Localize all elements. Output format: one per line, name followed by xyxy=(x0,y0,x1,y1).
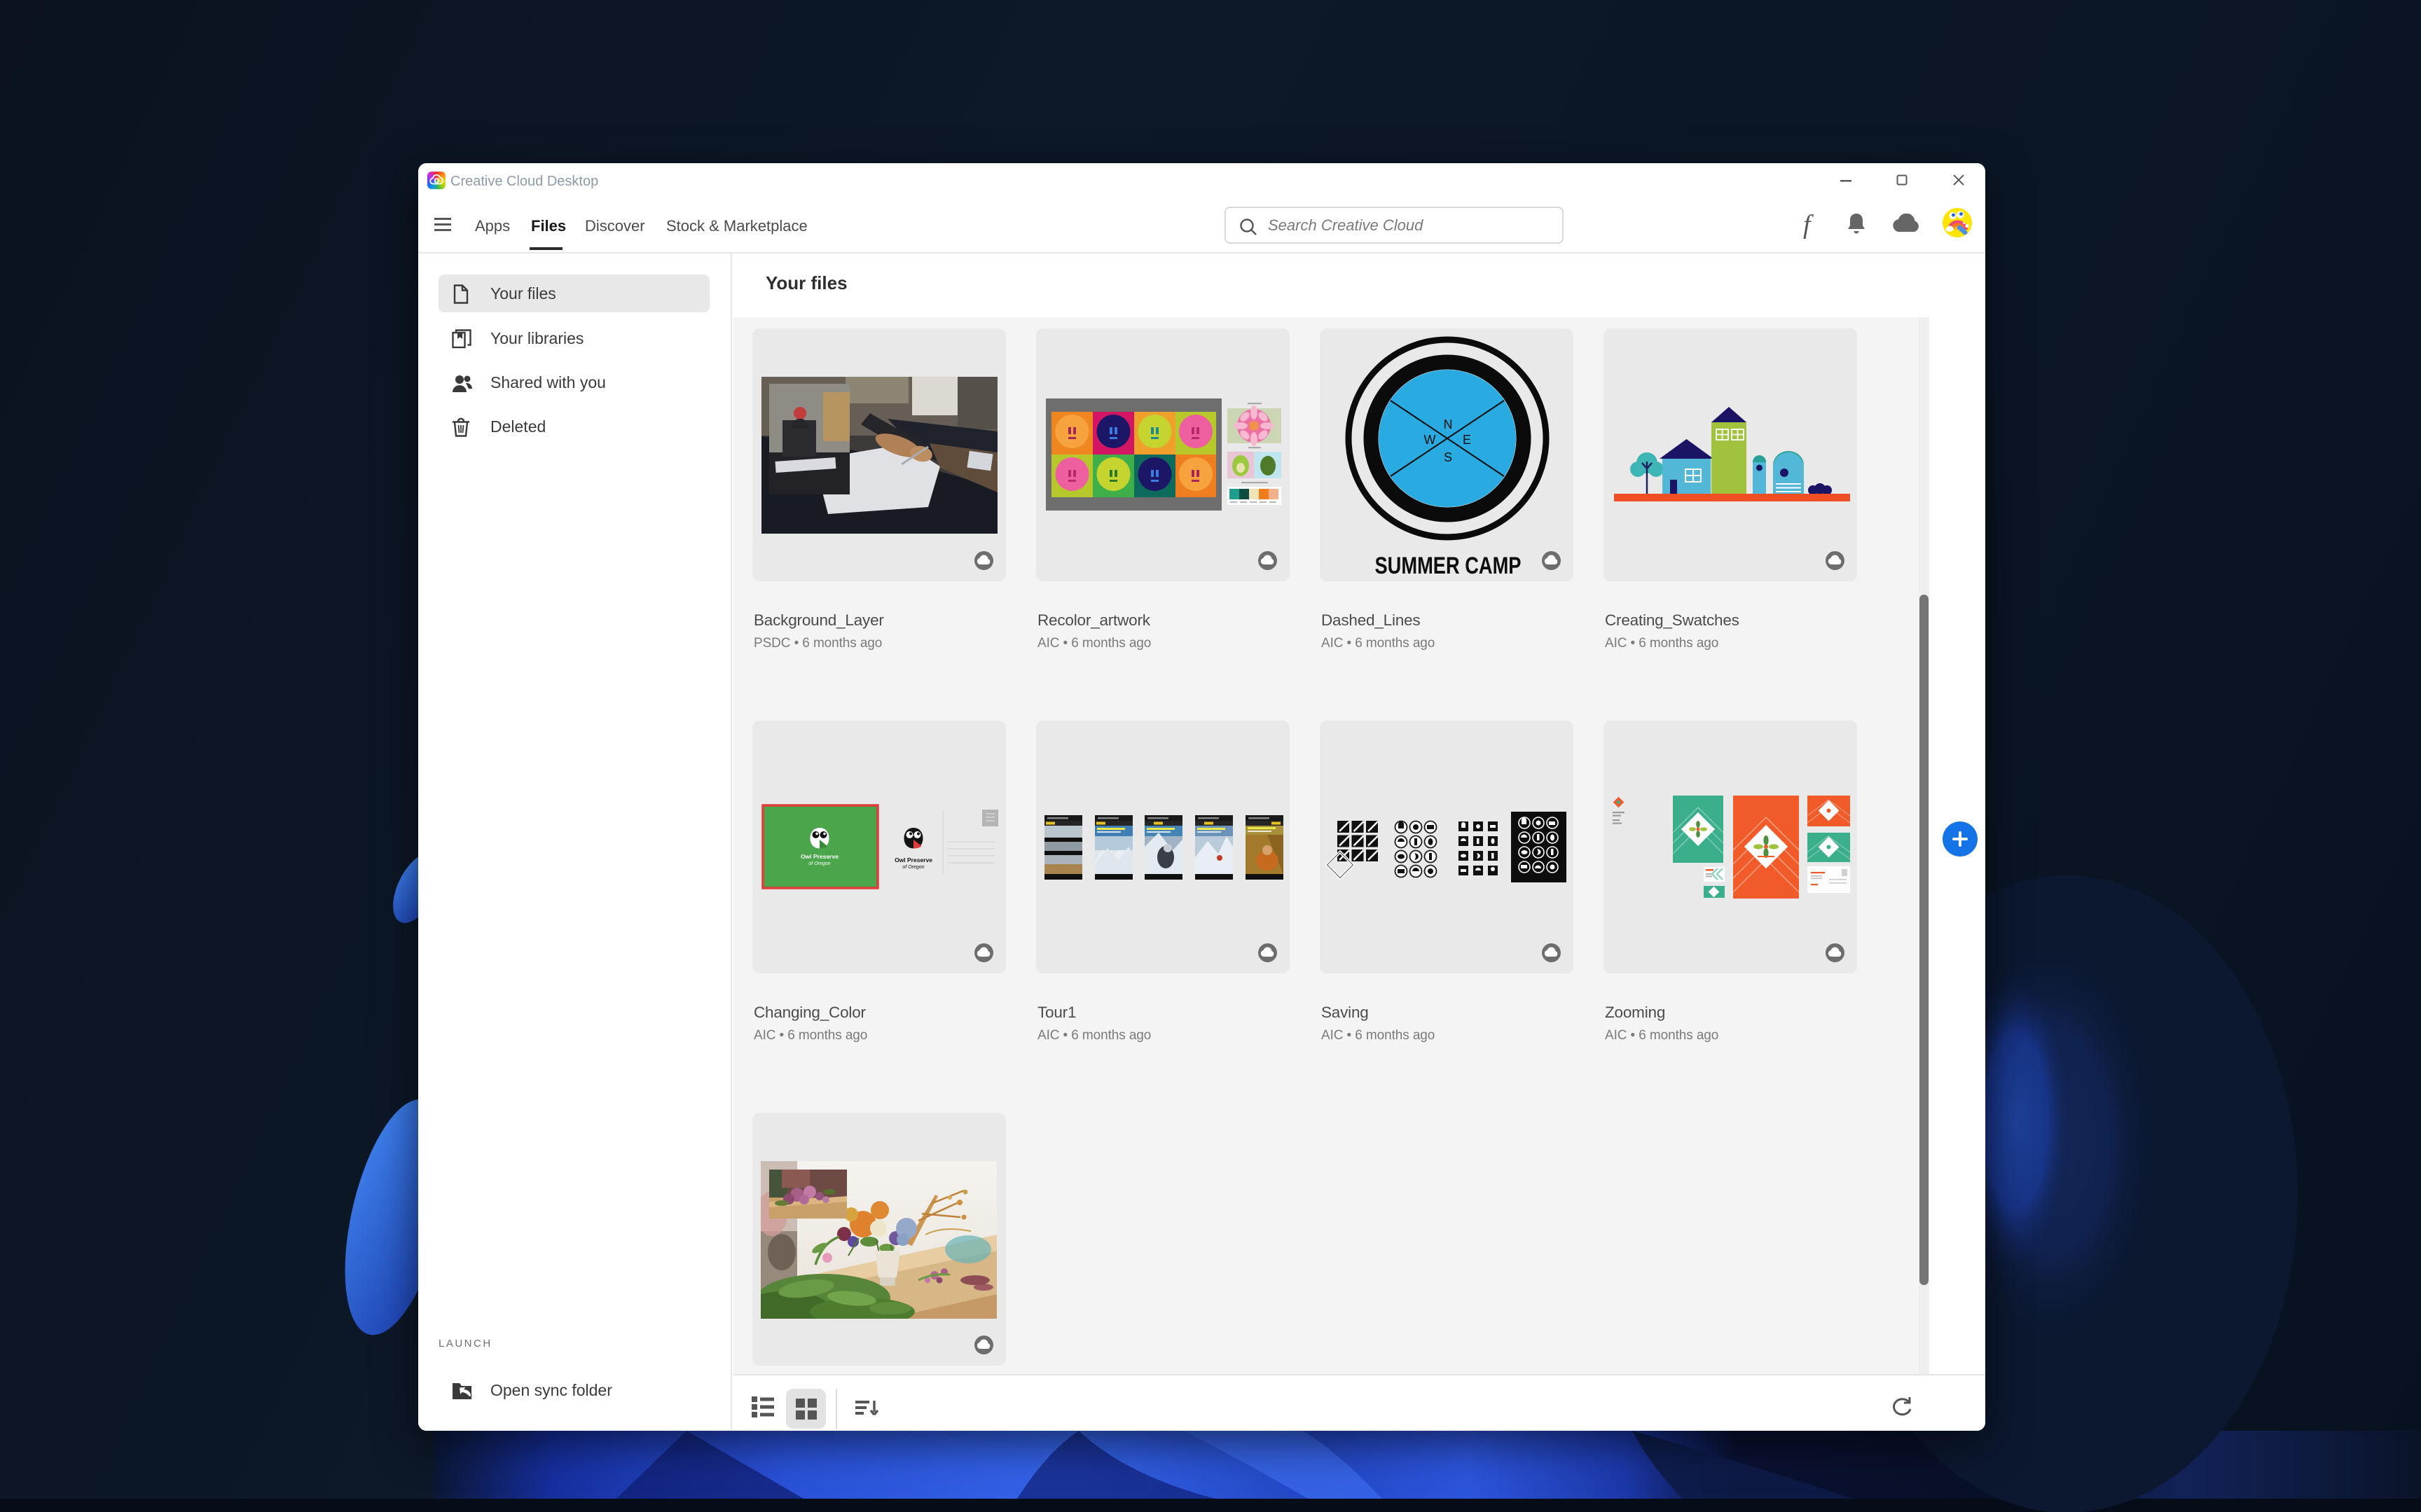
svg-text:Owl Preserve: Owl Preserve xyxy=(895,856,932,863)
svg-text:f: f xyxy=(1803,211,1814,240)
svg-text:N: N xyxy=(1444,417,1453,431)
svg-text:of Oregon: of Oregon xyxy=(902,865,924,870)
svg-text:E: E xyxy=(1463,433,1471,447)
svg-text:Owl Preserve: Owl Preserve xyxy=(801,853,839,860)
svg-text:of Oregon: of Oregon xyxy=(808,861,830,866)
svg-text:W: W xyxy=(1424,433,1436,447)
svg-text:S: S xyxy=(1444,450,1452,464)
svg-text:SUMMER CAMP: SUMMER CAMP xyxy=(1375,553,1522,579)
